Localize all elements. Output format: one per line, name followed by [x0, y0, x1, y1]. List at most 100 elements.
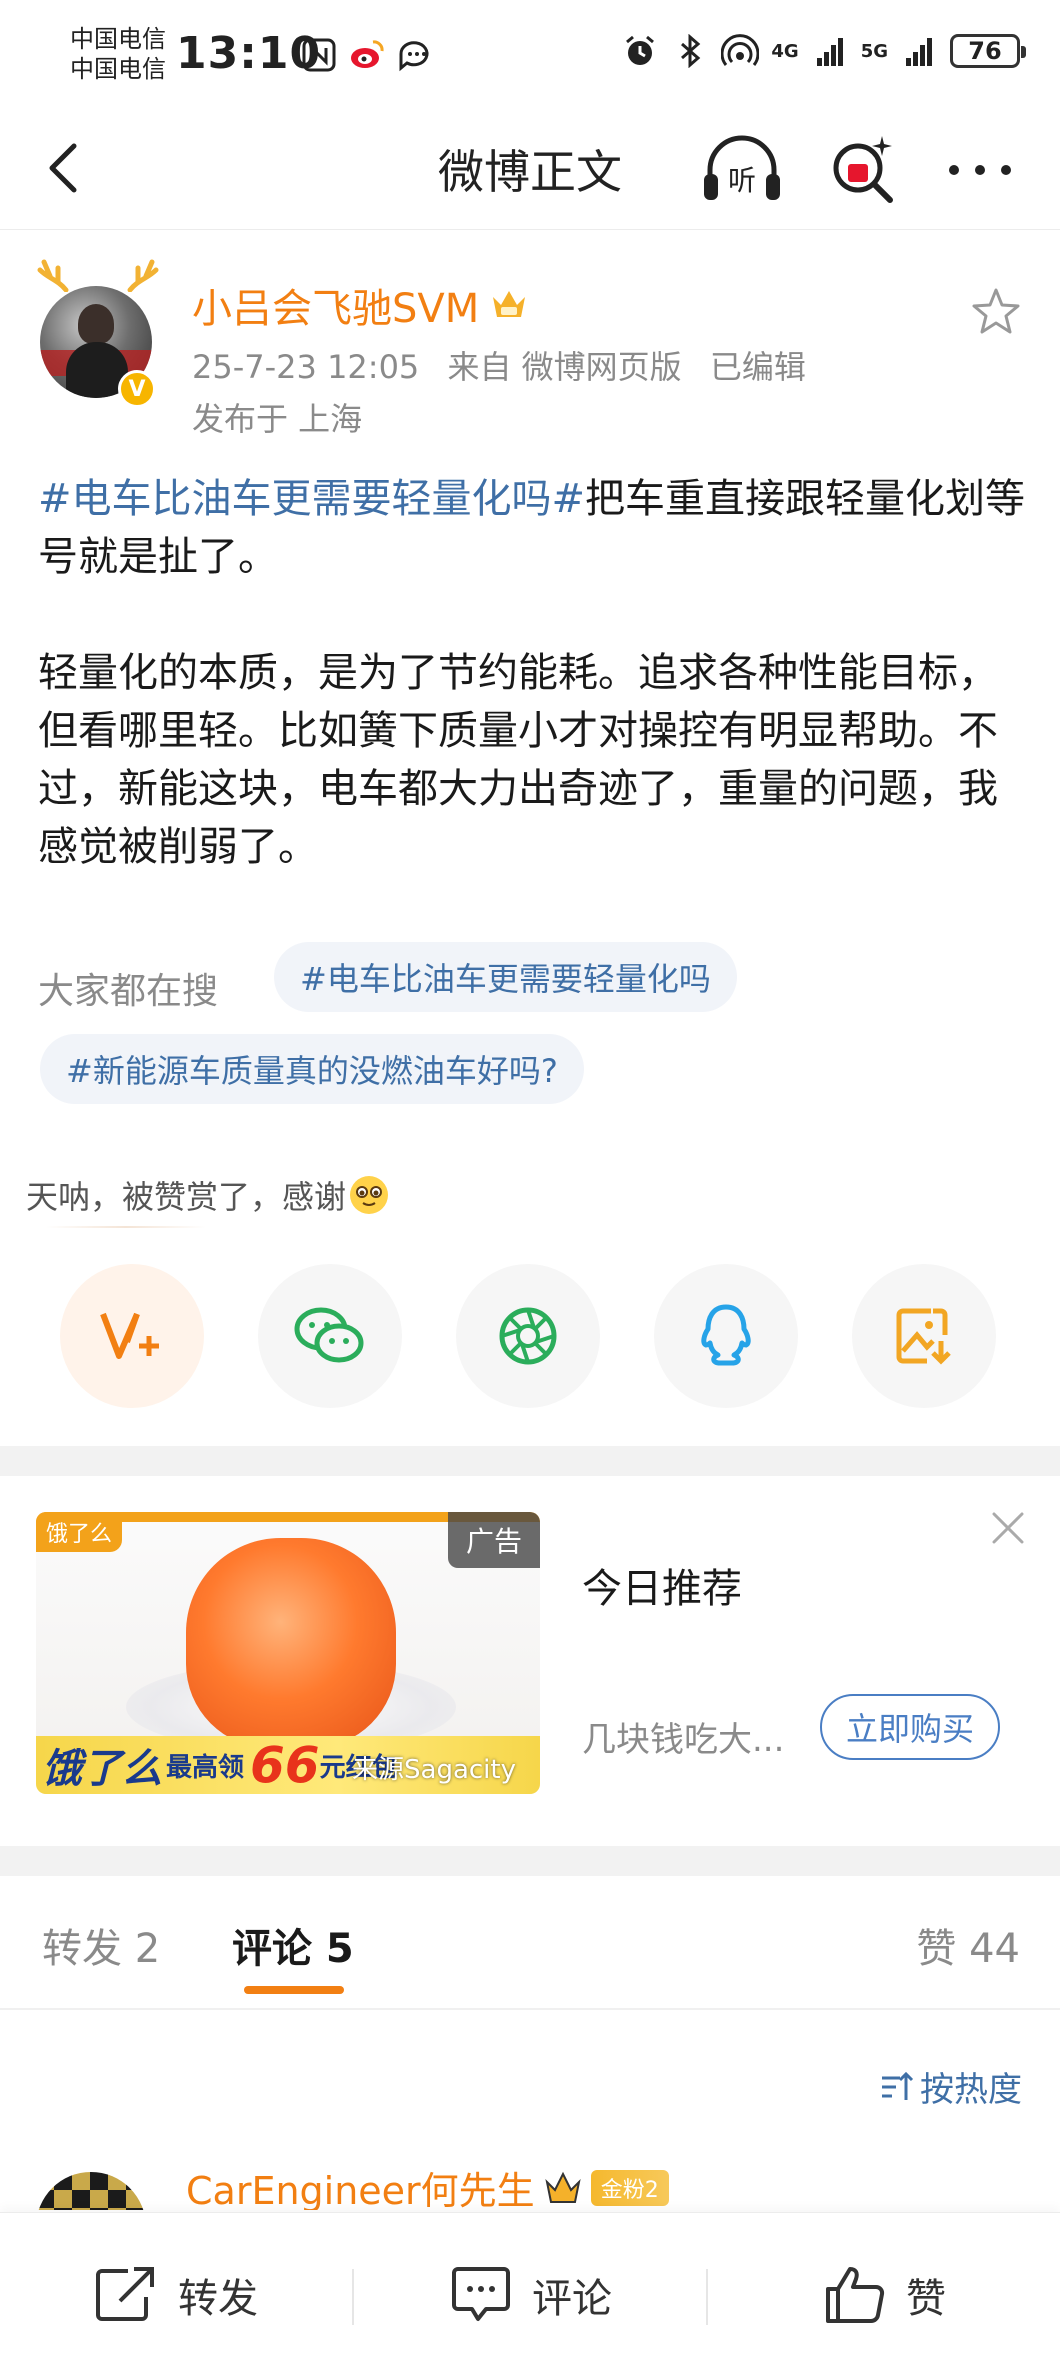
- comment-button[interactable]: 评论: [448, 2213, 612, 2376]
- reward-tip-text: 天呐，被赞赏了，感谢: [26, 1178, 347, 1216]
- ad-title[interactable]: 今日推荐: [582, 1556, 742, 1614]
- repost-label: 转发: [178, 2276, 258, 2322]
- share-wechat-button[interactable]: [258, 1264, 402, 1408]
- top-nav-bar: 微博正文 听: [0, 110, 1060, 230]
- trending-chip-1[interactable]: #电车比油车更需要轻量化吗: [274, 942, 737, 1012]
- ad-banner-main: 饿了么: [42, 1746, 162, 1792]
- like-label: 赞: [906, 2276, 946, 2322]
- active-tab-indicator: [244, 1986, 344, 1994]
- status-bar: 中国电信 中国电信 13:10 4G 5G 76: [0, 0, 1060, 110]
- network-type-1: 4G: [771, 40, 799, 62]
- commenter-avatar[interactable]: [36, 2172, 146, 2210]
- chat-bubble-icon: [396, 36, 434, 74]
- reward-tip: 天呐，被赞赏了，感谢: [26, 1172, 389, 1218]
- trending-label: 大家都在搜: [38, 971, 219, 1012]
- more-button[interactable]: [940, 140, 1020, 200]
- carrier-info: 中国电信 中国电信: [70, 24, 166, 84]
- food-dish: [186, 1538, 396, 1748]
- carrier-1: 中国电信: [70, 25, 166, 53]
- section-divider-2: [0, 1846, 1060, 1876]
- tab-comment[interactable]: 评论 5: [232, 1916, 354, 1974]
- hotspot-icon: [721, 32, 760, 70]
- status-left-icons: [300, 36, 434, 74]
- moments-icon: [499, 1307, 557, 1365]
- ad-close-button[interactable]: [988, 1508, 1028, 1548]
- ad-card[interactable]: 饿了么 饿了么 最高领 66 元红包 来源Sagacity 广告 今日推荐 几块…: [0, 1478, 1060, 1828]
- ad-description[interactable]: 几块钱吃大...: [582, 1712, 784, 1761]
- fan-level-badge: 金粉2: [590, 2169, 669, 2206]
- ad-banner-num: 66: [250, 1736, 320, 1794]
- network-type-2: 5G: [860, 40, 888, 62]
- share-qq-button[interactable]: [654, 1264, 798, 1408]
- post-body: #电车比油车更需要轻量化吗#把车重直接跟轻量化划等号就是扯了。 轻量化的本质，是…: [38, 470, 1028, 934]
- author-name[interactable]: 小吕会飞驰SVM: [192, 276, 529, 334]
- author-name-text: 小吕会飞驰SVM: [192, 286, 480, 332]
- share-moments-button[interactable]: [456, 1264, 600, 1408]
- author-avatar[interactable]: V: [36, 252, 160, 408]
- like-button[interactable]: 赞: [822, 2213, 946, 2376]
- comment-label: 评论: [532, 2276, 612, 2322]
- post-location: 发布于 上海: [192, 400, 363, 438]
- sort-icon: [882, 2071, 914, 2100]
- commenter-name-row: CarEngineer何先生 金粉2: [186, 2160, 669, 2210]
- search-icon: [833, 136, 893, 203]
- listen-button[interactable]: 听: [700, 134, 784, 206]
- alarm-icon: [621, 32, 659, 70]
- tab-repost[interactable]: 转发 2: [42, 1916, 160, 1974]
- repost-icon: [96, 2267, 154, 2321]
- repost-button[interactable]: 转发: [94, 2213, 258, 2376]
- ad-image-source: 来源Sagacity: [352, 1755, 516, 1785]
- trending-chip-2[interactable]: #新能源车质量真的没燃油车好吗?: [40, 1034, 584, 1104]
- bottom-action-bar: 转发 评论 赞: [0, 2212, 1060, 2376]
- sort-label: 按热度: [920, 2070, 1022, 2110]
- signal-icon-2: [900, 32, 938, 70]
- ad-image[interactable]: 饿了么 饿了么 最高领 66 元红包 来源Sagacity 广告: [36, 1512, 540, 1794]
- post-source: 来自 微博网页版: [447, 348, 682, 386]
- ad-brand-tag: 饿了么: [36, 1512, 123, 1552]
- ad-buy-button[interactable]: 立即购买: [820, 1694, 1000, 1760]
- member-crown-icon: [493, 291, 526, 317]
- weibo-app-icon: [348, 36, 386, 74]
- crown-icon: [545, 2171, 581, 2203]
- post-paragraph-2: 轻量化的本质，是为了节约能耗。追求各种性能目标，但看哪里轻。比如簧下质量小才对操…: [38, 650, 998, 870]
- antler-right-icon: [127, 259, 159, 292]
- commenter-name[interactable]: CarEngineer何先生: [186, 2160, 535, 2210]
- close-icon: [992, 1512, 1024, 1544]
- search-button[interactable]: [826, 130, 900, 206]
- comment-item[interactable]: CarEngineer何先生 金粉2: [0, 2160, 1060, 2210]
- save-image-icon: [896, 1308, 951, 1365]
- nfc-icon: [300, 36, 338, 74]
- verified-badge-icon: V: [118, 370, 156, 408]
- post-paragraph-1: #电车比油车更需要轻量化吗#把车重直接跟轻量化划等号就是扯了。: [38, 470, 1028, 586]
- bottom-separator-1: [352, 2269, 354, 2325]
- headphones-listen-icon: 听: [704, 135, 780, 200]
- star-icon: [972, 288, 1020, 334]
- bottom-separator-2: [706, 2269, 708, 2325]
- comment-icon: [452, 2267, 510, 2321]
- wechat-icon: [294, 1307, 364, 1363]
- sort-by-hot-button[interactable]: 按热度: [878, 2062, 1022, 2111]
- save-image-button[interactable]: [852, 1264, 996, 1408]
- share-row: [60, 1264, 1000, 1414]
- ad-label: 广告: [447, 1512, 540, 1568]
- more-dots-icon: [949, 165, 1011, 175]
- status-right-icons: 4G 5G 76: [621, 32, 1026, 70]
- bluetooth-icon: [671, 32, 709, 70]
- section-divider: [0, 1446, 1060, 1476]
- teary-smile-emoji-icon: [350, 1176, 389, 1214]
- reward-button[interactable]: [60, 1264, 204, 1408]
- topic-link[interactable]: #电车比油车更需要轻量化吗#: [38, 476, 585, 522]
- post-timestamp: 25-7-23 12:05: [192, 348, 420, 386]
- post-meta: 25-7-23 12:05 来自 微博网页版 已编辑: [192, 342, 824, 388]
- signal-icon-1: [811, 32, 849, 70]
- thumbs-up-icon: [826, 2267, 885, 2324]
- ad-banner-sub: 最高领: [166, 1752, 245, 1783]
- svg-text:听: 听: [728, 164, 756, 197]
- edited-label[interactable]: 已编辑: [710, 348, 806, 386]
- qq-icon: [701, 1304, 751, 1366]
- carrier-2: 中国电信: [70, 55, 166, 83]
- reward-v-icon: [100, 1312, 159, 1359]
- tab-likes[interactable]: 赞 44: [916, 1916, 1020, 1974]
- favorite-button[interactable]: [968, 284, 1024, 340]
- tip-pointer: [46, 1226, 206, 1228]
